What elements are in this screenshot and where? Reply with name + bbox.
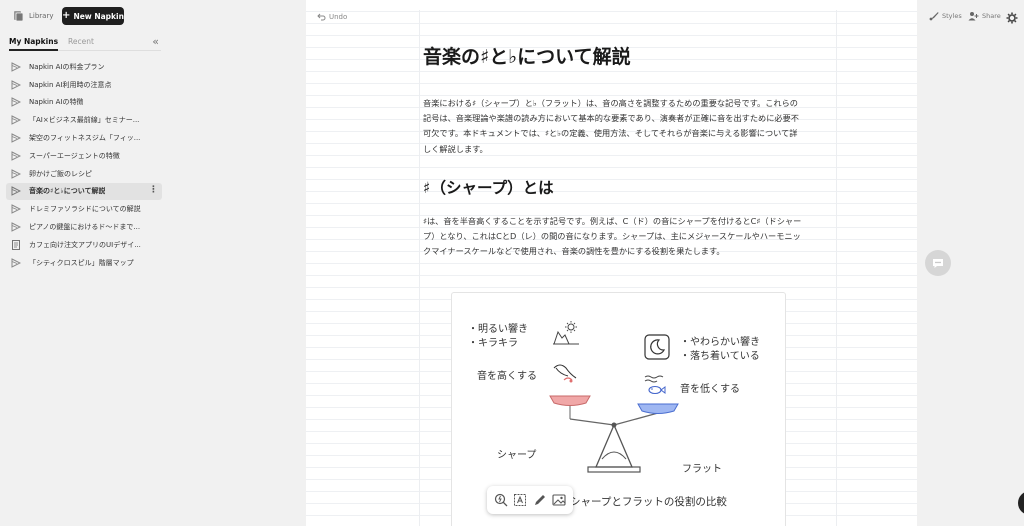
napkin-list-item[interactable]: スーパーエージェントの特徴 [6,147,162,165]
library-icon [14,11,24,22]
undo-button[interactable]: Undo [317,13,347,21]
napkin-tabs: My Napkins Recent « [9,34,161,51]
napkin-icon [11,79,21,90]
document-title[interactable]: 音楽の♯と♭について解説 [423,42,631,69]
tab-my-napkins[interactable]: My Napkins [9,34,59,51]
document-icon [12,239,20,250]
napkin-list-item-label: 架空のフィットネスジム「フィッ... [29,134,141,143]
intro-paragraph[interactable]: 音楽における♯（シャープ）と♭（フラット）は、音の高さを調整するための重要な記号… [423,96,803,157]
napkin-list-item[interactable]: カフェ向け注文アプリのUIデザイ... [6,236,162,254]
napkin-list-item-selected[interactable]: 音楽の♯と♭について解説 ⋮ [6,182,162,201]
napkin-icon [11,168,21,179]
napkin-list-item-label: Napkin AI利用時の注意点 [29,80,112,89]
napkin-list-item[interactable]: 架空のフィットネスジム「フィッ... [6,129,162,147]
right-pan [637,403,679,414]
right-bullet-1: ・やわらかい響き [680,337,760,348]
section-paragraph[interactable]: ♯は、音を半音高くすることを示す記号です。例えば、C（ド）の音にシャープを付ける… [423,214,803,260]
napkin-list-item[interactable]: ドレミファソラシドについての解説 [6,200,162,218]
generate-visual-button[interactable] [492,492,509,509]
napkin-list-item-label: ドレミファソラシドについての解説 [29,205,141,214]
napkin-list-item-label: 「AI×ビジネス最前線」セミナー... [29,116,140,125]
napkin-list-item[interactable]: Napkin AIの特徴 [6,94,162,112]
share-label: Share [982,12,1001,20]
left-pan [549,395,591,406]
napkin-icon [11,133,21,143]
right-bullet-2: ・落ち着いている [680,351,760,362]
sidebar: Library + New Napkin My Napkins Recent «… [0,0,170,526]
add-user-icon [968,12,979,21]
napkin-list-item[interactable]: 「AI×ビジネス最前線」セミナー... [6,111,162,129]
lightning-search-icon [494,493,508,507]
comment-icon [933,258,943,268]
brush-icon [929,12,939,21]
settings-button[interactable] [1006,9,1018,28]
document-canvas[interactable]: Undo 音楽の♯と♭について解説 音楽における♯（シャープ）と♭（フラット）は… [306,0,917,526]
undo-icon [317,13,326,21]
library-label: Library [29,12,54,20]
lower-label: 音を低くする [680,384,740,395]
napkin-list-item[interactable]: 「シティクロスピル」階層マップ [6,254,162,272]
styles-label: Styles [942,12,962,20]
visual-figure[interactable]: ・明るい響き ・キラキラ 音を高くする ・やわらかい響き ・落ち着いている 音を… [451,292,786,526]
napkin-icon [11,186,21,197]
napkin-list-item[interactable]: Napkin AI利用時の注意点 [6,76,162,94]
plus-icon: + [62,10,71,21]
raise-label: 音を高くする [477,371,537,382]
text-style-button[interactable] [512,492,529,509]
figure-caption: シャープとフラットの役割の比較 [570,496,727,508]
napkin-list-item[interactable]: 卵かけご飯のレシピ [6,165,162,183]
pen-icon [534,495,545,505]
napkin-icon [11,257,21,268]
share-button[interactable]: Share [968,11,1001,21]
napkin-list-item-label: Napkin AIの特徴 [29,98,84,107]
flat-label: フラット [682,464,722,475]
visual-toolbar [487,486,573,514]
sun-landscape-icon [553,321,579,345]
help-button[interactable] [1018,491,1024,515]
napkin-list-item-label: カフェ向け注文アプリのUIデザイ... [29,240,141,249]
napkin-list-item[interactable]: ピアノの鍵盤におけるド～ドまで... [6,218,162,236]
napkin-list: Napkin AIの料金プラン Napkin AI利用時の注意点 Napkin … [6,58,162,272]
edit-button[interactable] [531,492,548,509]
tab-recent[interactable]: Recent [68,34,94,51]
napkin-icon [11,222,21,232]
napkin-list-item-label: Napkin AIの料金プラン [29,62,105,71]
more-options-icon[interactable]: ⋮ [149,185,158,195]
napkin-icon [11,97,21,108]
napkin-list-item-label: 「シティクロスピル」階層マップ [29,258,134,267]
left-bullet-1: ・明るい響き [468,324,528,335]
margin-rule-right [836,10,837,526]
section-heading[interactable]: ♯（シャープ）とは [423,176,554,198]
text-frame-icon [514,494,527,506]
comment-button[interactable] [925,250,951,276]
sharp-label: シャープ [497,450,537,461]
moon-icon [644,334,670,360]
image-icon [552,494,566,506]
new-napkin-button[interactable]: + New Napkin [62,7,124,25]
gear-icon [1006,12,1018,24]
margin-rule-left [419,10,420,526]
image-button[interactable] [551,492,568,509]
napkin-icon [11,62,21,72]
collapse-sidebar-icon[interactable]: « [152,35,159,48]
styles-button[interactable]: Styles [929,11,962,21]
library-button[interactable]: Library [12,10,53,22]
new-napkin-label: New Napkin [73,11,124,21]
balance-scale-illustration [549,395,679,473]
right-toolbar: Styles Share [917,0,1024,526]
napkin-list-item-label: 卵かけご飯のレシピ [29,169,92,178]
napkin-list-item[interactable]: Napkin AIの料金プラン [6,58,162,76]
napkin-icon [11,115,21,126]
bird-icon [553,364,577,383]
napkin-list-item-label: ピアノの鍵盤におけるド～ドまで... [29,223,141,232]
left-bullet-2: ・キラキラ [468,338,518,349]
napkin-list-item-label: スーパーエージェントの特徴 [29,151,120,160]
undo-label: Undo [329,13,348,21]
napkin-icon [11,151,21,161]
napkin-icon [11,204,21,215]
napkin-list-item-label: 音楽の♯と♭について解説 [29,187,106,196]
